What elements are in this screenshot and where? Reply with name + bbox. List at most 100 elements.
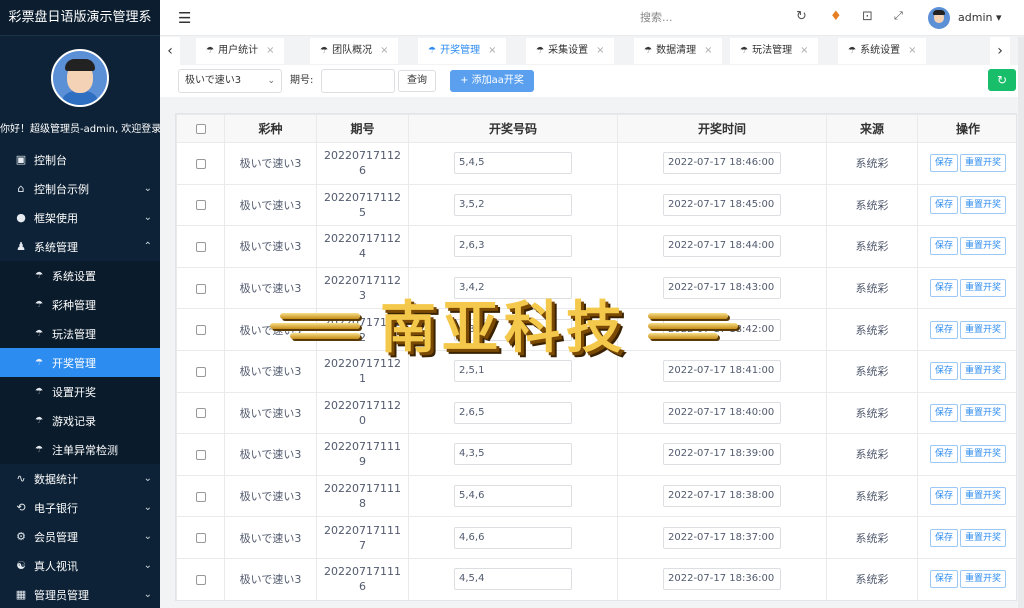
reset-draw-button[interactable]: 重置开奖: [960, 362, 1007, 381]
tab-prev-icon[interactable]: ‹: [160, 37, 180, 65]
time-input[interactable]: 2022-07-17 18:45:00: [663, 193, 781, 216]
submenu-item[interactable]: ☂ 游戏记录: [0, 406, 160, 435]
numbers-input[interactable]: 2,6,3: [454, 235, 572, 258]
sidebar-item-1[interactable]: ⌂ 控制台示例 ⌄: [0, 174, 160, 203]
time-input[interactable]: 2022-07-17 18:46:00: [663, 152, 781, 175]
tab-next-icon[interactable]: ›: [990, 37, 1010, 65]
select-all-checkbox[interactable]: [195, 124, 206, 134]
save-button[interactable]: 保存: [929, 195, 958, 214]
numbers-input[interactable]: 3,5,2: [454, 193, 572, 216]
time-input[interactable]: 2022-07-17 18:39:00: [663, 443, 781, 466]
submenu-item[interactable]: ☂ 开奖管理: [0, 348, 160, 377]
tab-item[interactable]: ☂ 玩法管理 ×: [730, 38, 819, 64]
close-icon[interactable]: ×: [596, 45, 604, 56]
period-input[interactable]: [321, 69, 395, 93]
checkbox-cell[interactable]: [176, 516, 225, 559]
sidebar-item-3[interactable]: ☯ 真人视讯 ⌄: [0, 551, 160, 580]
close-icon[interactable]: ×: [908, 45, 916, 56]
add-draw-button[interactable]: + 添加aa开奖: [450, 70, 534, 92]
sidebar-item-1[interactable]: ⟲ 电子银行 ⌄: [0, 493, 160, 522]
save-button[interactable]: 保存: [929, 320, 958, 339]
reset-draw-button[interactable]: 重置开奖: [960, 403, 1007, 422]
sidebar-item-0[interactable]: ▣ 控制台: [0, 145, 160, 174]
row-checkbox[interactable]: [195, 491, 206, 502]
save-button[interactable]: 保存: [929, 445, 958, 464]
numbers-input[interactable]: 2,6,5: [454, 401, 572, 424]
reset-draw-button[interactable]: 重置开奖: [960, 237, 1007, 256]
checkbox-cell[interactable]: [176, 474, 225, 518]
reset-draw-button[interactable]: 重置开奖: [960, 487, 1007, 506]
user-menu[interactable]: admin ▾: [958, 0, 1001, 36]
time-input[interactable]: 2022-07-17 18:44:00: [663, 235, 781, 258]
lock-icon[interactable]: ⊡: [862, 9, 873, 24]
checkbox-cell[interactable]: [176, 225, 225, 268]
tab-item[interactable]: ☂ 数据清理 ×: [634, 38, 723, 64]
row-checkbox[interactable]: [195, 408, 206, 419]
tab-item[interactable]: ☂ 采集设置 ×: [526, 38, 615, 64]
close-icon[interactable]: ×: [266, 45, 274, 56]
checkbox-cell[interactable]: [176, 433, 225, 476]
row-checkbox[interactable]: [195, 200, 206, 211]
tab-item[interactable]: ☂ 团队概况 ×: [310, 38, 399, 64]
time-input[interactable]: 2022-07-17 18:36:00: [663, 568, 781, 591]
notification-icon[interactable]: ♦: [830, 9, 842, 24]
time-input[interactable]: 2022-07-17 18:37:00: [663, 526, 781, 549]
submenu-item[interactable]: ☂ 系统设置: [0, 261, 160, 290]
close-icon[interactable]: ×: [800, 45, 808, 56]
sidebar-item-0[interactable]: ∿ 数据统计 ⌄: [0, 464, 160, 493]
submenu-item[interactable]: ☂ 设置开奖: [0, 377, 160, 406]
reset-draw-button[interactable]: 重置开奖: [960, 528, 1007, 547]
submenu-item[interactable]: ☂ 彩种管理: [0, 290, 160, 319]
tab-item[interactable]: ☂ 开奖管理 ×: [418, 38, 507, 64]
row-checkbox[interactable]: [195, 574, 206, 585]
close-icon[interactable]: ×: [488, 45, 496, 56]
row-checkbox[interactable]: [195, 158, 206, 169]
save-button[interactable]: 保存: [929, 362, 958, 381]
save-button[interactable]: 保存: [929, 528, 958, 547]
save-button[interactable]: 保存: [929, 403, 958, 422]
time-input[interactable]: 2022-07-17 18:38:00: [663, 485, 781, 508]
tab-item[interactable]: ☂ 系统设置 ×: [838, 38, 927, 64]
sidebar-item-2[interactable]: ⚙ 会员管理 ⌄: [0, 522, 160, 551]
save-button[interactable]: 保存: [929, 487, 958, 506]
checkbox-cell[interactable]: [176, 557, 225, 600]
checkbox-cell[interactable]: [176, 391, 225, 435]
numbers-input[interactable]: 4,3,5: [454, 443, 572, 466]
page-scrollbar[interactable]: [1018, 37, 1024, 608]
checkbox-cell[interactable]: [176, 183, 225, 227]
time-input[interactable]: 2022-07-17 18:40:00: [663, 401, 781, 424]
close-icon[interactable]: ×: [704, 45, 712, 56]
refresh-button[interactable]: ↻: [988, 69, 1016, 91]
refresh-icon[interactable]: ↻: [796, 9, 807, 24]
query-button[interactable]: 查询: [398, 70, 436, 92]
lottery-select[interactable]: 极いで速い3 ⌄: [178, 69, 282, 93]
numbers-input[interactable]: 5,4,5: [454, 152, 572, 175]
numbers-input[interactable]: 5,4,6: [454, 485, 572, 508]
row-checkbox[interactable]: [195, 449, 206, 460]
reset-draw-button[interactable]: 重置开奖: [960, 445, 1007, 464]
sidebar-item-4[interactable]: ▦ 管理员管理 ⌄: [0, 580, 160, 608]
submenu-item[interactable]: ☂ 玩法管理: [0, 319, 160, 348]
close-icon[interactable]: ×: [380, 45, 388, 56]
reset-draw-button[interactable]: 重置开奖: [960, 320, 1007, 339]
avatar[interactable]: [51, 49, 109, 107]
fullscreen-icon[interactable]: ⤢: [894, 9, 903, 23]
row-checkbox[interactable]: [195, 325, 206, 336]
select-all-checkbox-cell[interactable]: [176, 114, 225, 143]
save-button[interactable]: 保存: [929, 237, 958, 256]
time-input[interactable]: 2022-07-17 18:41:00: [663, 360, 781, 383]
sidebar-item-3[interactable]: ♟ 系统管理 ⌃: [0, 232, 160, 261]
numbers-input[interactable]: 4,6,6: [454, 526, 572, 549]
save-button[interactable]: 保存: [929, 570, 958, 589]
row-checkbox[interactable]: [195, 283, 206, 294]
search-input[interactable]: 搜索...: [640, 0, 730, 36]
reset-draw-button[interactable]: 重置开奖: [960, 279, 1007, 298]
tab-item[interactable]: ☂ 用户统计 ×: [196, 38, 285, 64]
save-button[interactable]: 保存: [929, 279, 958, 298]
row-checkbox[interactable]: [195, 241, 206, 252]
user-avatar[interactable]: [928, 7, 950, 29]
reset-draw-button[interactable]: 重置开奖: [960, 570, 1007, 589]
checkbox-cell[interactable]: [176, 142, 225, 185]
reset-draw-button[interactable]: 重置开奖: [960, 195, 1007, 214]
sidebar-item-2[interactable]: ● 框架使用 ⌄: [0, 203, 160, 232]
